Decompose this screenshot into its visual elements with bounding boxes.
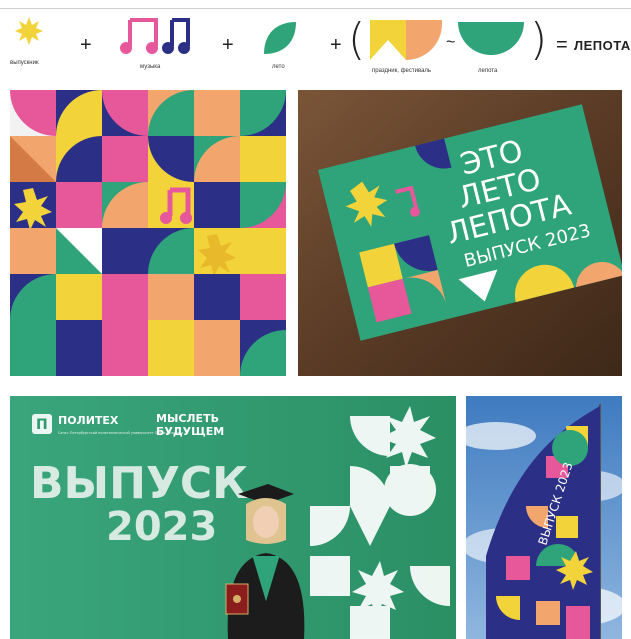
equals-sign: = [556,34,568,56]
banner-panel: П ПОЛИТЕХ Санкт-Петербургский политехнич… [10,396,456,639]
svg-text:П: П [36,417,48,433]
flag-illustration: ВЫПУСК 2023 [466,396,622,639]
tilde-sign: ~ [446,34,456,51]
logo-text: ПОЛИТЕХ [58,414,119,427]
plus-sign-2: + [222,34,234,56]
flag-panel: ВЫПУСК 2023 [466,396,622,639]
result-word: ЛЕПОТА [574,38,631,53]
postcard-illustration: ЭТО ЛЕТО ЛЕПОТА ВЫПУСК 2023 [298,90,622,376]
beauty-caption: лепота [478,68,498,74]
music-caption: музыка [140,64,161,70]
slogan-line2: БУДУЩЕМ [156,425,224,438]
plus-sign-1: + [80,34,92,56]
holiday-shapes-icon [370,20,442,60]
pattern-panel [10,90,286,376]
leaf-icon [264,22,296,54]
banner-headline: ВЫПУСК [30,458,248,509]
top-divider [0,8,631,9]
slogan-line1: МЫСЛЕТЬ [156,412,219,425]
plus-sign-3: + [330,34,342,56]
postcard-panel: ЭТО ЛЕТО ЛЕПОТА ВЫПУСК 2023 [298,90,622,376]
holiday-caption: праздник, фестиваль [372,68,432,74]
summer-caption: лето [272,64,285,70]
banner-year: 2023 [106,504,217,550]
half-circle-icon [458,22,524,55]
sun-icon [15,17,43,45]
graduate-caption: выпускник [10,60,39,66]
music-notes-icon [120,18,190,54]
banner-illustration: П ПОЛИТЕХ Санкт-Петербургский политехнич… [10,396,456,639]
formula-legend: выпускник + музыка + лето + ( праздник, … [0,14,631,82]
open-paren: ( [348,14,366,65]
geometric-pattern [10,90,286,376]
close-paren: ) [530,14,548,65]
